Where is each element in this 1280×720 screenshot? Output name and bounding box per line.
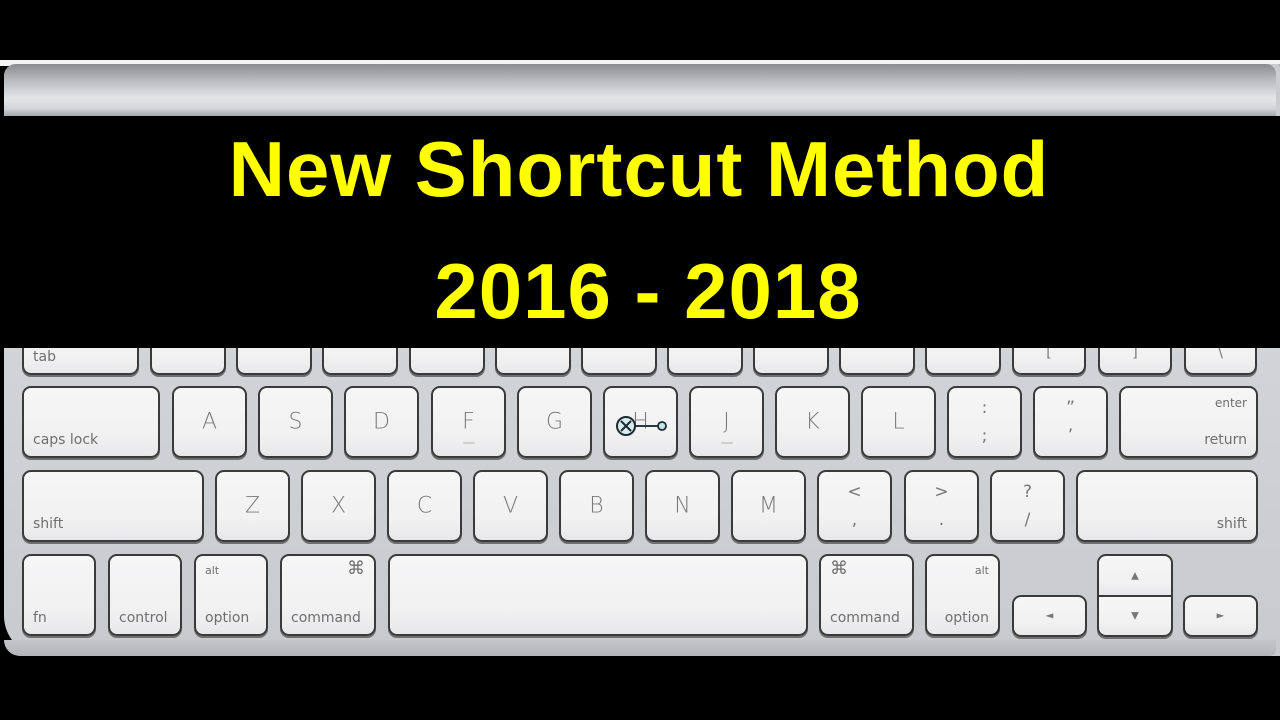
key-option-left-label: option <box>205 610 250 626</box>
key-l[interactable]: L <box>861 386 936 458</box>
key-option-right-alt-label: alt <box>974 564 989 577</box>
key-caps-lock[interactable]: caps lock <box>22 386 160 458</box>
key-slash-bottom-label: / <box>1024 510 1031 530</box>
key-quote[interactable]: ” ’ <box>1033 386 1108 458</box>
key-comma-top-label: < <box>847 482 862 502</box>
key-s[interactable]: S <box>258 386 333 458</box>
arrow-left-icon: ◄ <box>1045 610 1054 622</box>
keyboard-battery-rim <box>4 64 1276 116</box>
key-a-label: A <box>201 409 218 435</box>
key-g-label: G <box>545 409 564 435</box>
key-d[interactable]: D <box>344 386 419 458</box>
key-command-left[interactable]: ⌘ command <box>280 554 376 636</box>
key-c-label: C <box>416 493 433 519</box>
keyboard-bottom-edge <box>4 640 1276 656</box>
key-a[interactable]: A <box>172 386 247 458</box>
key-arrow-right[interactable]: ► <box>1183 595 1258 637</box>
key-caps-lock-label: caps lock <box>33 432 99 448</box>
key-z-label: Z <box>244 493 261 519</box>
key-control-label: control <box>119 610 168 626</box>
key-command-right-label: command <box>830 610 900 626</box>
key-k[interactable]: K <box>775 386 850 458</box>
key-j[interactable]: J <box>689 386 764 458</box>
key-b[interactable]: B <box>559 470 634 542</box>
key-shift-left-label: shift <box>33 516 64 532</box>
key-b-label: B <box>589 493 604 519</box>
key-fn[interactable]: fn <box>22 554 96 636</box>
key-control[interactable]: control <box>108 554 182 636</box>
key-space[interactable] <box>388 554 808 636</box>
key-arrow-down[interactable]: ▼ <box>1097 595 1173 637</box>
arrow-up-icon: ▲ <box>1131 570 1139 581</box>
key-semicolon-bottom-label: ; <box>981 426 988 446</box>
key-shift-right-label: shift <box>1216 516 1247 532</box>
key-n-label: N <box>674 493 691 519</box>
key-command-right[interactable]: ⌘ command <box>819 554 914 636</box>
key-x-label: X <box>330 493 347 519</box>
key-quote-bottom-label: ’ <box>1067 426 1074 446</box>
key-period[interactable]: > . <box>904 470 979 542</box>
key-f-label: F <box>462 409 475 435</box>
key-k-label: K <box>805 409 820 435</box>
key-period-bottom-label: . <box>938 510 945 530</box>
key-period-top-label: > <box>934 482 949 502</box>
key-option-left-alt-label: alt <box>205 564 220 577</box>
key-fn-label: fn <box>33 610 47 626</box>
key-x[interactable]: X <box>301 470 376 542</box>
key-return[interactable]: enter return <box>1119 386 1258 458</box>
key-arrow-left[interactable]: ◄ <box>1012 595 1087 637</box>
key-v[interactable]: V <box>473 470 548 542</box>
key-n[interactable]: N <box>645 470 720 542</box>
key-return-label: return <box>1204 432 1247 448</box>
key-command-left-label: command <box>291 610 361 626</box>
key-v-label: V <box>502 493 519 519</box>
key-z[interactable]: Z <box>215 470 290 542</box>
key-j-home-bump <box>720 442 733 444</box>
drag-cursor-icon <box>616 416 667 436</box>
key-option-right[interactable]: alt option <box>925 554 1000 636</box>
arrow-right-icon: ► <box>1216 610 1225 622</box>
key-comma[interactable]: < , <box>817 470 892 542</box>
key-d-label: D <box>373 409 390 435</box>
key-slash[interactable]: ? / <box>990 470 1065 542</box>
key-slash-top-label: ? <box>1022 482 1033 502</box>
key-semicolon[interactable]: : ; <box>947 386 1022 458</box>
key-f-home-bump <box>462 442 475 444</box>
key-l-label: L <box>892 409 905 435</box>
command-icon: ⌘ <box>830 558 848 579</box>
key-f[interactable]: F <box>431 386 506 458</box>
key-m-label: M <box>759 493 778 519</box>
key-comma-bottom-label: , <box>851 510 858 530</box>
banner-title: New Shortcut Method <box>228 125 1050 213</box>
command-icon: ⌘ <box>347 558 365 579</box>
key-g[interactable]: G <box>517 386 592 458</box>
key-s-label: S <box>288 409 303 435</box>
arrow-down-icon: ▼ <box>1131 610 1139 622</box>
key-shift-left[interactable]: shift <box>22 470 204 542</box>
key-m[interactable]: M <box>731 470 806 542</box>
key-quote-top-label: ” <box>1066 398 1075 418</box>
key-option-left[interactable]: alt option <box>194 554 268 636</box>
key-semicolon-top-label: : <box>981 398 988 418</box>
key-j-label: J <box>723 409 730 435</box>
key-shift-right[interactable]: shift <box>1076 470 1258 542</box>
key-tab-label: tab <box>33 349 56 365</box>
key-return-top-label: enter <box>1214 396 1247 410</box>
key-option-right-label: option <box>944 610 989 626</box>
key-c[interactable]: C <box>387 470 462 542</box>
key-arrow-up[interactable]: ▲ <box>1097 554 1173 597</box>
banner-subtitle-years: 2016 - 2018 <box>434 247 862 335</box>
